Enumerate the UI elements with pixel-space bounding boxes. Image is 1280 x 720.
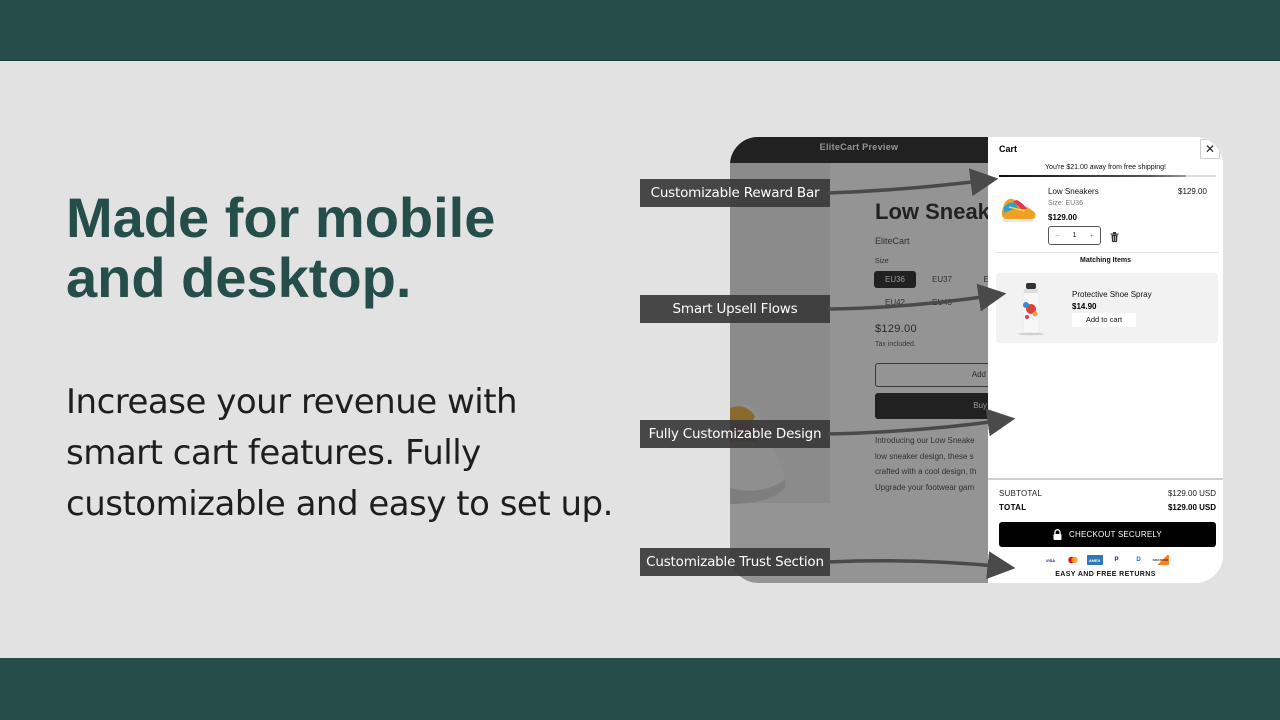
upsell-add-to-cart-button[interactable]: Add to cart	[1072, 313, 1136, 327]
divider	[996, 252, 1218, 253]
subtext-line-1: Increase your revenue with	[66, 382, 518, 422]
line-item-total: $129.00	[1178, 187, 1207, 196]
headline-line-1: Made for mobile	[66, 186, 496, 249]
upsell-card: Protective Shoe Spray $14.90 Add to cart	[996, 273, 1218, 343]
line-item-price: $129.00	[1048, 213, 1077, 222]
callout-reward-bar: Customizable Reward Bar	[640, 179, 830, 207]
mastercard-icon	[1064, 555, 1081, 565]
upsell-product-price: $14.90	[1072, 302, 1097, 311]
cart-title: Cart	[999, 144, 1018, 154]
total-label: TOTAL	[999, 503, 1027, 512]
increase-quantity-button[interactable]: +	[1089, 231, 1094, 240]
checkout-button-label: CHECKOUT SECURELY	[1069, 530, 1162, 539]
subtext-line-2: smart cart features. Fully	[66, 433, 481, 473]
quantity-stepper: − 1 +	[1048, 226, 1101, 245]
callout-upsell-flows: Smart Upsell Flows	[640, 295, 830, 323]
subtext: Increase your revenue with smart cart fe…	[66, 377, 666, 530]
payment-icons: VISA AMEX P D DISCOVER	[988, 555, 1223, 565]
cart-footer-divider	[988, 478, 1223, 480]
callout-customizable-design: Fully Customizable Design	[640, 420, 830, 448]
diners-club-icon: D	[1130, 555, 1147, 565]
headline-line-2: and desktop.	[66, 246, 412, 309]
decrease-quantity-button[interactable]: −	[1055, 231, 1060, 240]
lock-icon	[1053, 529, 1062, 540]
bottom-band	[0, 658, 1280, 720]
trash-icon[interactable]	[1110, 232, 1119, 242]
top-band	[0, 0, 1280, 61]
discover-icon: DISCOVER	[1152, 555, 1169, 565]
close-icon[interactable]: ✕	[1200, 139, 1220, 159]
quantity-value[interactable]: 1	[1073, 232, 1077, 239]
headline: Made for mobile and desktop.	[66, 188, 626, 308]
reward-bar-fill	[999, 175, 1186, 177]
line-item-name[interactable]: Low Sneakers	[1048, 187, 1099, 196]
amex-icon: AMEX	[1086, 555, 1103, 565]
reward-bar	[999, 175, 1216, 177]
subtotal-value: $129.00 USD	[1167, 489, 1216, 498]
visa-icon: VISA	[1042, 555, 1059, 565]
matching-items-title: Matching Items	[1080, 257, 1131, 264]
upsell-product-name[interactable]: Protective Shoe Spray	[1072, 290, 1152, 299]
subtext-line-3: customizable and easy to set up.	[66, 484, 613, 524]
checkout-button[interactable]: CHECKOUT SECURELY	[999, 522, 1216, 547]
reward-bar-message: You're $21.00 away from free shipping!	[1045, 164, 1166, 171]
trust-text: EASY AND FREE RETURNS	[1055, 571, 1156, 578]
shoe-spray-image	[1018, 283, 1044, 336]
callout-trust-section: Customizable Trust Section	[640, 548, 830, 576]
line-item-variant: Size: EU36	[1048, 200, 1084, 207]
total-value: $129.00 USD	[1167, 503, 1216, 512]
cart-drawer: Cart ✕ You're $21.00 away from free ship…	[988, 137, 1223, 583]
subtotal-label: SUBTOTAL	[999, 489, 1043, 498]
sneaker-thumbnail	[1001, 198, 1036, 222]
paypal-icon: P	[1108, 555, 1125, 565]
